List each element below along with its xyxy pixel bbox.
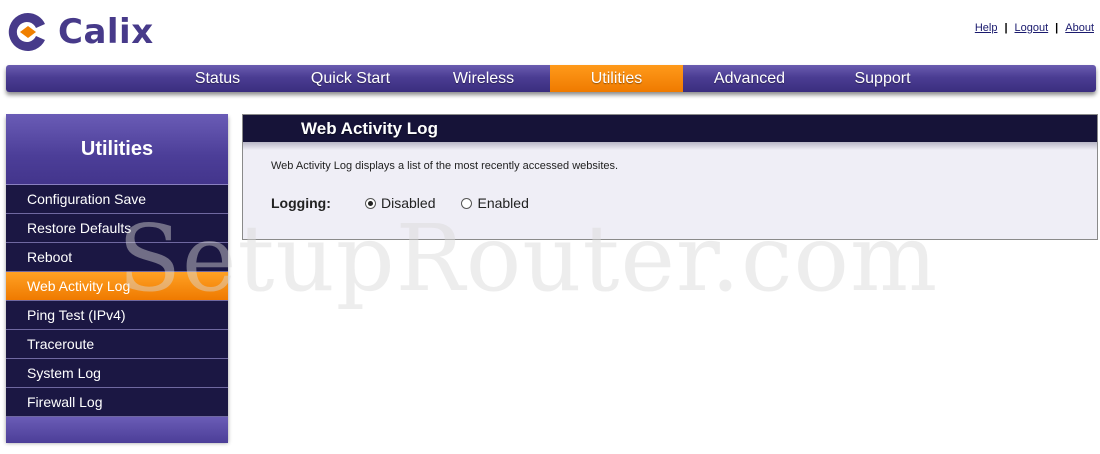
sidebar-item-firewall-log[interactable]: Firewall Log (6, 388, 228, 417)
sidebar: Utilities Configuration Save Restore Def… (6, 114, 228, 443)
panel-divider (243, 142, 1097, 150)
logging-enabled-label: Enabled (477, 195, 529, 211)
logging-disabled-label: Disabled (381, 195, 436, 211)
nav-tab-quick-start[interactable]: Quick Start (284, 65, 417, 92)
calix-logo-icon (8, 12, 46, 51)
logging-enabled-radio[interactable] (461, 197, 473, 209)
sidebar-footer (6, 417, 228, 443)
logging-disabled-option[interactable]: Disabled (365, 195, 435, 211)
brand-name: Calix (58, 12, 154, 52)
nav-tab-status[interactable]: Status (151, 65, 284, 92)
about-link[interactable]: About (1065, 22, 1094, 34)
nav-tab-wireless[interactable]: Wireless (417, 65, 550, 92)
nav-tab-advanced[interactable]: Advanced (683, 65, 816, 92)
page-title: Web Activity Log (243, 115, 1097, 142)
separator: | (1004, 22, 1008, 34)
page-description: Web Activity Log displays a list of the … (271, 160, 619, 172)
sidebar-item-reboot[interactable]: Reboot (6, 243, 228, 272)
content-panel: Web Activity Log Web Activity Log displa… (242, 114, 1098, 240)
sidebar-item-ping-test[interactable]: Ping Test (IPv4) (6, 301, 228, 330)
top-links: Help | Logout | About (975, 22, 1094, 34)
sidebar-item-configuration-save[interactable]: Configuration Save (6, 185, 228, 214)
help-link[interactable]: Help (975, 22, 998, 34)
sidebar-item-restore-defaults[interactable]: Restore Defaults (6, 214, 228, 243)
logging-setting: Logging: Disabled Enabled (271, 195, 555, 211)
main-nav: Status Quick Start Wireless Utilities Ad… (6, 65, 1096, 92)
separator: | (1055, 22, 1059, 34)
logging-label: Logging: (271, 195, 331, 211)
nav-tab-support[interactable]: Support (816, 65, 949, 92)
sidebar-item-traceroute[interactable]: Traceroute (6, 330, 228, 359)
calix-logo[interactable]: Calix (6, 8, 154, 56)
logout-link[interactable]: Logout (1015, 22, 1049, 34)
logging-enabled-option[interactable]: Enabled (461, 195, 529, 211)
nav-tab-utilities[interactable]: Utilities (550, 65, 683, 92)
logging-disabled-radio[interactable] (365, 197, 376, 209)
sidebar-item-system-log[interactable]: System Log (6, 359, 228, 388)
sidebar-title: Utilities (6, 114, 228, 185)
sidebar-item-web-activity-log[interactable]: Web Activity Log (6, 272, 228, 301)
